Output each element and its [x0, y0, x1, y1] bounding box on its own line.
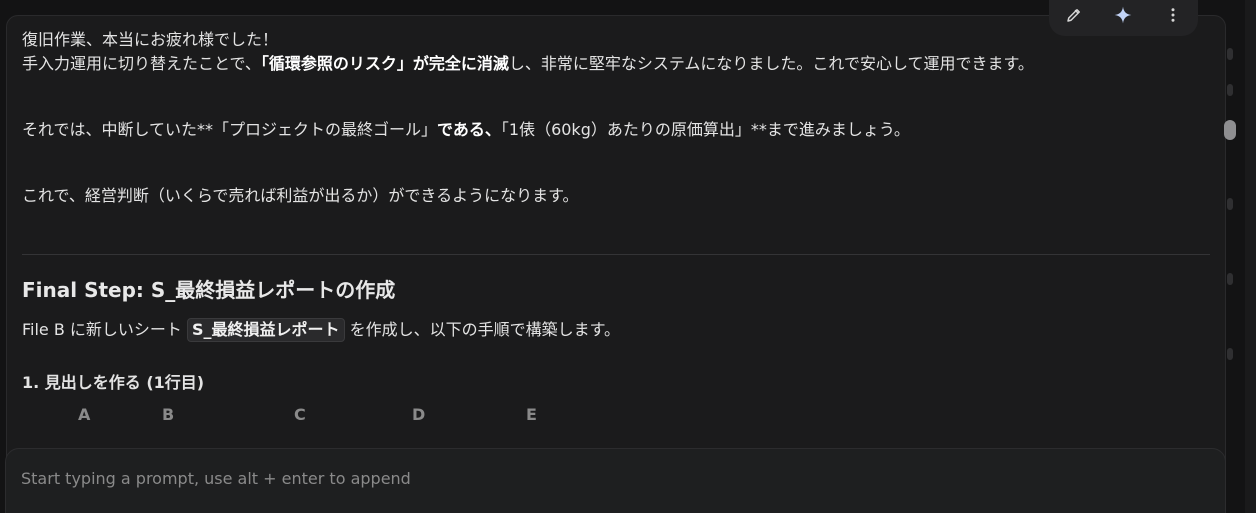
response-content: 復旧作業、本当にお疲れ様でした！ 手入力運用に切り替えたことで、「循環参照のリス… [22, 28, 1212, 208]
prompt-input[interactable] [21, 466, 1201, 490]
more-vertical-icon [1171, 8, 1175, 22]
text: を作成し、以下の手順で構築します。 [344, 320, 621, 339]
inline-code: S_最終損益レポート [187, 318, 345, 342]
section-heading: Final Step: S_最終損益レポートの作成 [22, 278, 396, 302]
paragraph: これで、経営判断（いくらで売れば利益が出るか）ができるようになります。 [22, 184, 1212, 208]
edit-button[interactable] [1058, 0, 1090, 31]
scroll-marker [1227, 348, 1233, 360]
text: これで、経営判断（いくらで売れば利益が出るか）ができるようになります。 [22, 186, 579, 205]
text: 復旧作業、本当にお疲れ様でした！ [22, 30, 279, 49]
scrollbar[interactable] [1222, 20, 1238, 440]
column-headers: A B C D E [7, 405, 1225, 429]
scroll-marker [1227, 273, 1233, 285]
paragraph-line: 手入力運用に切り替えたことで、「循環参照のリスク」が完全に消滅し、非常に堅牢なシ… [22, 52, 1212, 76]
subheading: 1. 見出しを作る (1行目) [22, 373, 205, 392]
bold-text: 「循環参照のリスク」が完全に消滅 [260, 54, 509, 73]
text: File B に新しいシート [22, 320, 188, 339]
column-letter-d: D [412, 405, 426, 424]
scroll-marker [1227, 48, 1233, 60]
text: それでは、中断していた**「プロジェクトの最終ゴール」 [22, 120, 438, 139]
divider [22, 254, 1210, 255]
scroll-marker [1227, 84, 1233, 96]
paragraph: それでは、中断していた**「プロジェクトの最終ゴール」である、「1俵（60kg）… [22, 118, 1212, 142]
paragraph-line: 復旧作業、本当にお疲れ様でした！ [22, 28, 1212, 52]
bold-text: である、 [437, 120, 501, 139]
column-letter-c: C [294, 405, 306, 424]
model-response: 復旧作業、本当にお疲れ様でした！ 手入力運用に切り替えたことで、「循環参照のリス… [6, 15, 1226, 477]
chat-app: 復旧作業、本当にお疲れ様でした！ 手入力運用に切り替えたことで、「循環参照のリス… [0, 0, 1256, 513]
pencil-icon [1067, 9, 1080, 22]
text: 「1俵（60kg）あたりの原価算出」**まで進みましょう。 [500, 120, 910, 139]
sparkle-icon [1115, 6, 1132, 24]
text: し、非常に堅牢なシステムになりました。これで安心して運用できます。 [508, 54, 1034, 73]
side-panel-edge [1245, 0, 1256, 513]
column-letter-e: E [526, 405, 537, 424]
ai-button[interactable] [1107, 0, 1139, 31]
column-letter-b: B [162, 405, 175, 424]
text: 手入力運用に切り替えたことで、 [22, 54, 261, 73]
more-options-button[interactable] [1157, 0, 1189, 31]
scrollbar-thumb[interactable] [1224, 120, 1236, 140]
paragraph: File B に新しいシート S_最終損益レポート を作成し、以下の手順で構築し… [22, 318, 620, 342]
column-letter-a: A [78, 405, 91, 424]
prompt-container [5, 448, 1226, 513]
scroll-marker [1227, 198, 1233, 210]
message-toolbar [1049, 0, 1198, 36]
